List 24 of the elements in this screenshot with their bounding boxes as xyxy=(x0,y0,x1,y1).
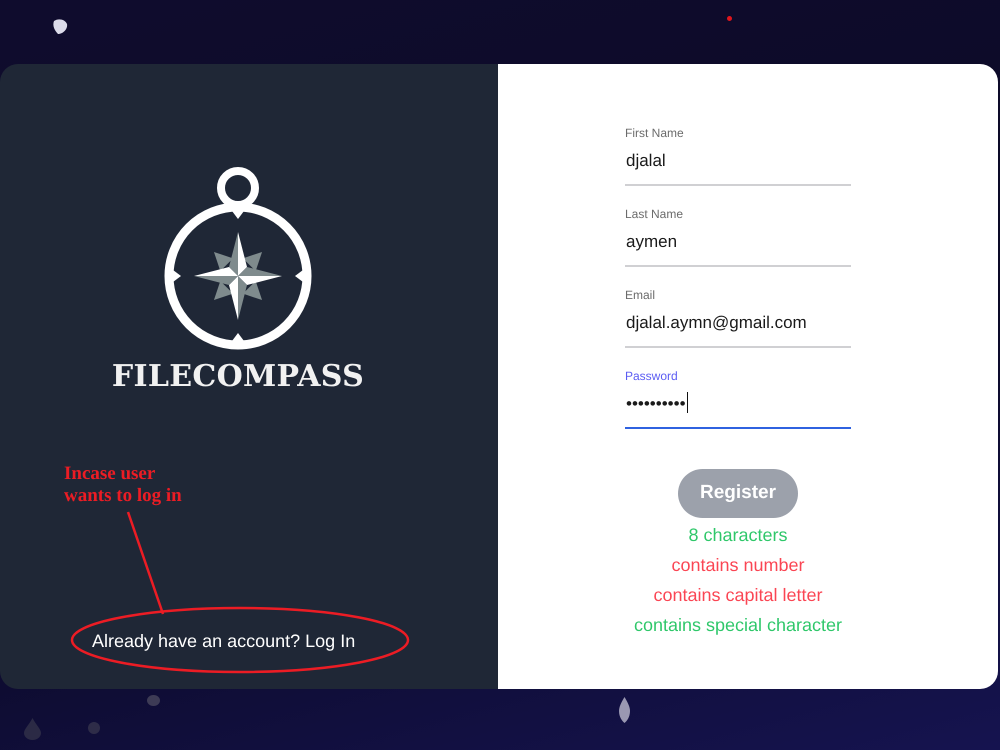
annotation-text: Incase user wants to log in xyxy=(64,463,182,507)
field-label: Email xyxy=(625,287,656,303)
password-rule: 8 characters xyxy=(688,524,788,547)
login-prompt: Already have an account? Log In xyxy=(92,630,356,653)
droplet-icon xyxy=(24,718,41,740)
blob-icon xyxy=(147,694,160,707)
dot-icon xyxy=(727,16,732,21)
password-rule: contains capital letter xyxy=(653,584,823,607)
password-rule: contains number xyxy=(671,554,805,577)
input-field[interactable]: •••••••••• xyxy=(625,384,851,429)
field-label: Password xyxy=(625,368,679,384)
input-field[interactable]: djalal xyxy=(625,141,851,186)
brand-name: FILECOMPASS xyxy=(112,360,364,394)
droplet-icon xyxy=(619,697,630,723)
blob-icon xyxy=(88,722,100,734)
field-label: Last Name xyxy=(625,206,684,222)
compass-logo-icon xyxy=(164,167,312,350)
password-rule: contains special character xyxy=(634,614,842,637)
login-link[interactable]: Log In xyxy=(305,631,356,651)
text-cursor-icon xyxy=(686,392,688,413)
input-field[interactable]: djalal.aymn@gmail.com xyxy=(625,303,851,348)
blob-icon xyxy=(52,18,68,35)
field-label: First Name xyxy=(625,125,685,141)
input-field[interactable]: aymen xyxy=(625,222,851,267)
